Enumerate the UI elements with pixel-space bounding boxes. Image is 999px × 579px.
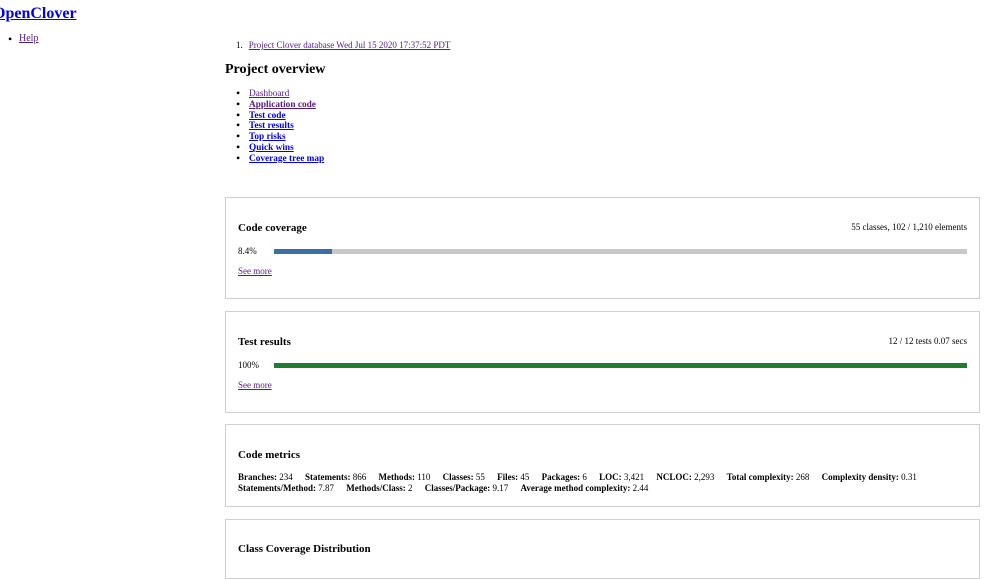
nav-application-code[interactable]: Application code: [249, 100, 316, 110]
metric-value: 268: [795, 472, 810, 482]
nav-item: Quick wins: [236, 142, 324, 154]
metric-label: Average method complexity:: [520, 483, 631, 493]
metric-item: Packages: 6: [542, 472, 587, 482]
metric-item: LOC: 3,421: [599, 472, 644, 482]
test-results-bar: [274, 363, 967, 368]
code-metrics-list: Branches: 234 Statements: 866 Methods: 1…: [238, 472, 973, 494]
nav-test-results[interactable]: Test results: [249, 121, 294, 131]
test-results-see-more-link[interactable]: See more: [238, 380, 272, 390]
nav-item: Coverage tree map: [236, 153, 324, 165]
metric-item: Statements/Method: 7.87: [238, 483, 334, 493]
metric-item: Methods: 110: [379, 472, 431, 482]
help-link[interactable]: Help: [19, 33, 38, 44]
report-nav: Dashboard Application code Test code Tes…: [236, 88, 324, 165]
nav-dashboard[interactable]: Dashboard: [249, 89, 289, 99]
code-coverage-summary: 55 classes, 102 / 1,210 elements: [851, 222, 967, 232]
code-coverage-bar: [274, 249, 967, 254]
nav-test-code[interactable]: Test code: [249, 111, 286, 121]
test-results-title: Test results: [238, 336, 291, 348]
code-metrics-card: Code metrics Branches: 234 Statements: 8…: [225, 424, 980, 507]
metric-value: 866: [352, 472, 367, 482]
metric-item: Methods/Class: 2: [346, 483, 412, 493]
metric-value: 2: [408, 483, 413, 493]
breadcrumb: 1. Project Clover database Wed Jul 15 202…: [236, 40, 450, 50]
code-coverage-bar-fill: [274, 249, 333, 254]
metric-label: Methods/Class:: [346, 483, 406, 493]
metric-value: 7.87: [318, 483, 334, 493]
metric-value: 2,293: [694, 472, 715, 482]
nav-item: Dashboard: [236, 88, 324, 100]
class-coverage-distribution-title: Class Coverage Distribution: [238, 543, 371, 555]
metric-label: Statements/Method:: [238, 483, 316, 493]
nav-item: Test results: [236, 120, 324, 132]
metric-value: 45: [520, 472, 530, 482]
metric-label: Classes/Package:: [424, 483, 491, 493]
metric-label: Statements:: [305, 472, 351, 482]
help-menu: Help: [8, 32, 38, 47]
metric-value: 3,421: [623, 472, 645, 482]
nav-item: Test code: [236, 110, 324, 122]
metric-label: Complexity density:: [821, 472, 899, 482]
metric-item: Complexity density: 0.31: [822, 472, 917, 482]
nav-item: Top risks: [236, 131, 324, 143]
page-title: Project overview: [225, 62, 326, 77]
breadcrumb-number: 1.: [236, 40, 243, 50]
breadcrumb-link[interactable]: Project Clover database Wed Jul 15 2020 …: [249, 40, 451, 50]
metric-label: Branches:: [238, 472, 277, 482]
help-item: Help: [8, 32, 38, 47]
code-coverage-card: Code coverage 55 classes, 102 / 1,210 el…: [225, 197, 980, 299]
metric-item: NCLOC: 2,293: [656, 472, 714, 482]
nav-top-risks[interactable]: Top risks: [249, 132, 286, 142]
metric-value: 6: [582, 472, 587, 482]
metric-label: Classes:: [442, 472, 474, 482]
nav-coverage-tree-map[interactable]: Coverage tree map: [249, 154, 324, 164]
metric-value: 9.17: [492, 483, 509, 493]
nav-item: Application code: [236, 99, 324, 111]
metric-item: Classes/Package: 9.17: [425, 483, 509, 493]
code-coverage-title: Code coverage: [238, 222, 307, 234]
metric-value: 234: [279, 472, 293, 482]
metric-label: Files:: [497, 472, 519, 482]
metric-item: Average method complexity: 2.44: [521, 483, 649, 493]
metric-item: Statements: 866: [305, 472, 366, 482]
metric-item: Total complexity: 268: [727, 472, 810, 482]
class-coverage-distribution-card: Class Coverage Distribution: [225, 519, 980, 579]
metric-label: NCLOC:: [656, 472, 692, 482]
metric-item: Branches: 234: [238, 472, 293, 482]
metric-label: LOC:: [599, 472, 622, 482]
metric-item: Files: 45: [497, 472, 529, 482]
metric-label: Total complexity:: [726, 472, 794, 482]
brand-link[interactable]: OpenClover: [0, 5, 77, 23]
nav-quick-wins[interactable]: Quick wins: [249, 143, 294, 153]
code-metrics-title: Code metrics: [238, 449, 301, 461]
metric-value: 110: [417, 472, 431, 482]
metric-label: Packages:: [541, 472, 581, 482]
metric-item: Classes: 55: [443, 472, 485, 482]
test-results-summary: 12 / 12 tests 0.07 secs: [888, 336, 968, 346]
metric-value: 55: [475, 472, 485, 482]
metric-label: Methods:: [378, 472, 416, 482]
test-results-bar-fill: [274, 363, 967, 368]
metric-value: 0.31: [901, 472, 917, 482]
metric-value: 2.44: [632, 483, 649, 493]
test-results-percent: 100%: [238, 360, 259, 370]
breadcrumb-item: 1. Project Clover database Wed Jul 15 202…: [236, 40, 450, 50]
test-results-card: Test results 12 / 12 tests 0.07 secs 100…: [225, 311, 980, 413]
code-coverage-see-more-link[interactable]: See more: [238, 266, 272, 276]
code-coverage-percent: 8.4%: [238, 246, 257, 256]
